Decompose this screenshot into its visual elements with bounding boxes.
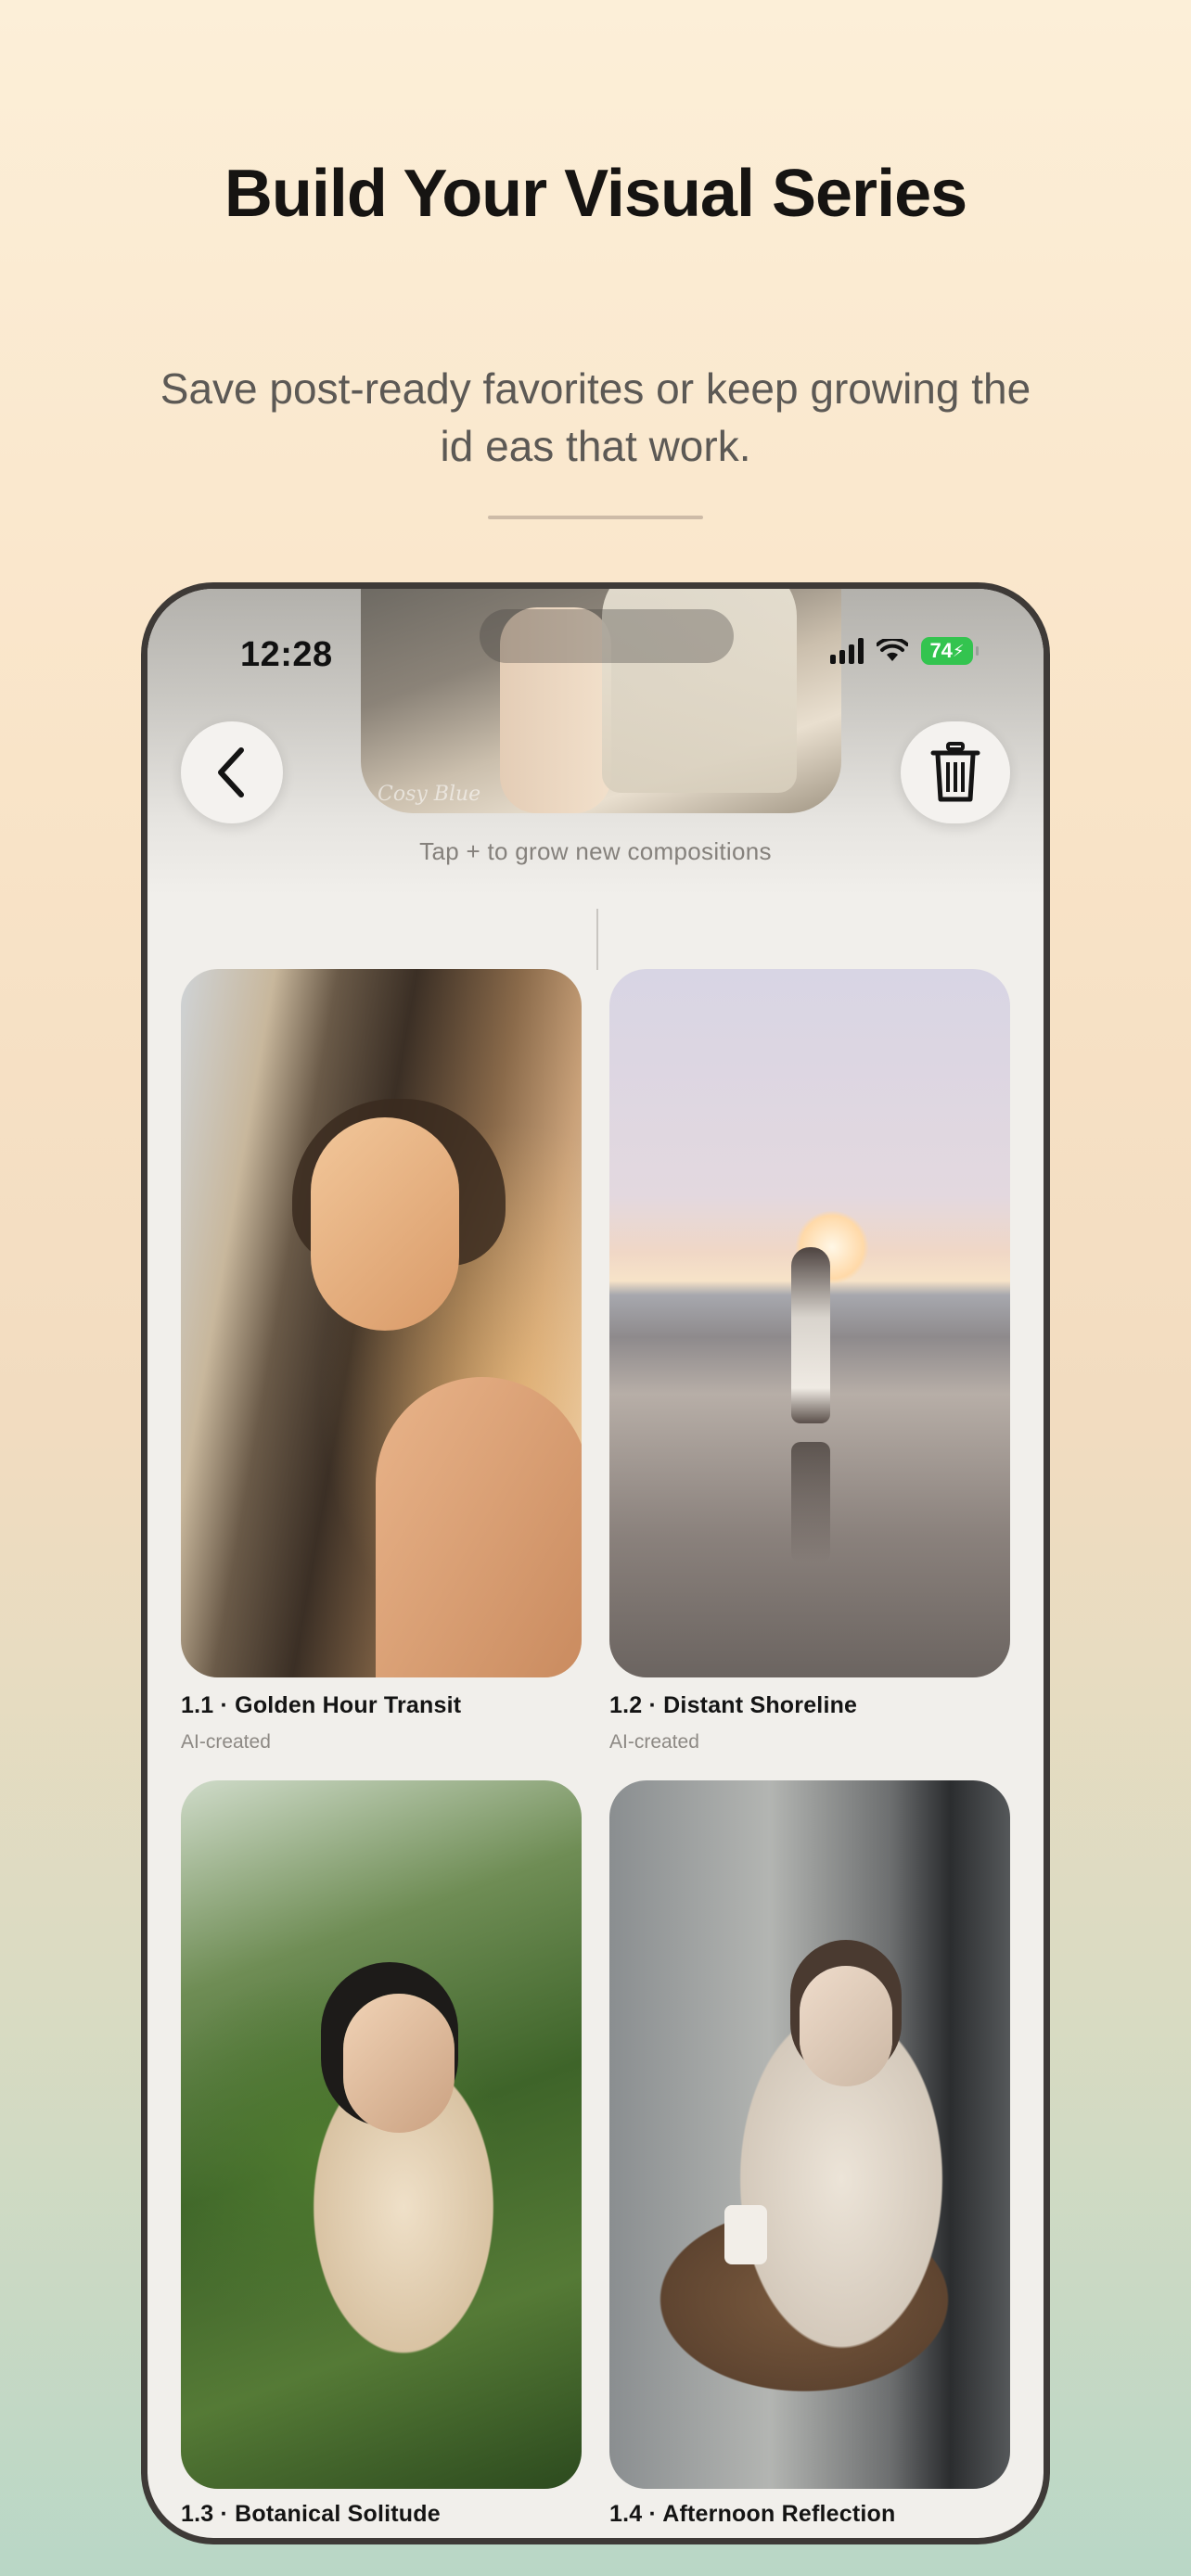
- card-title: 1.2 · Distant Shoreline: [609, 1692, 858, 1718]
- dynamic-island: [480, 609, 734, 663]
- battery-charging-icon: 74 ⚡: [921, 637, 979, 665]
- status-time: 12:28: [240, 635, 333, 674]
- connector-line: [596, 909, 598, 970]
- card-title: 1.4 · Afternoon Reflection: [609, 2501, 896, 2527]
- grow-hint-text: Tap + to grow new compositions: [419, 837, 772, 865]
- page-subheadline: Save post-ready favorites or keep growin…: [160, 364, 1031, 470]
- phone-mockup: Cosy Blue 12:28 74 ⚡ Tap + to grow new c…: [141, 582, 1050, 2544]
- gallery-card-1-2[interactable]: [609, 969, 1010, 1677]
- gallery-card-1-1[interactable]: [181, 969, 582, 1677]
- cellular-signal-icon: [830, 638, 864, 664]
- card-title: 1.1 · Golden Hour Transit: [181, 1692, 462, 1718]
- wifi-icon: [877, 639, 908, 661]
- section-divider: [488, 516, 703, 519]
- battery-level: 74: [929, 639, 953, 662]
- delete-button[interactable]: [901, 721, 1010, 823]
- gallery-card-1-3[interactable]: [181, 1780, 582, 2489]
- chevron-left-icon: [218, 747, 244, 797]
- card-title: 1.3 · Botanical Solitude: [181, 2501, 441, 2527]
- status-icons: 74 ⚡: [830, 637, 979, 665]
- back-button[interactable]: [181, 721, 283, 823]
- page-headline: Build Your Visual Series: [224, 157, 967, 231]
- gallery-card-1-4[interactable]: [609, 1780, 1010, 2489]
- photo-watermark: Cosy Blue: [378, 783, 481, 806]
- card-tag: AI-created: [609, 1731, 699, 1753]
- card-tag: AI-created: [181, 1731, 271, 1753]
- trash-icon: [930, 742, 980, 802]
